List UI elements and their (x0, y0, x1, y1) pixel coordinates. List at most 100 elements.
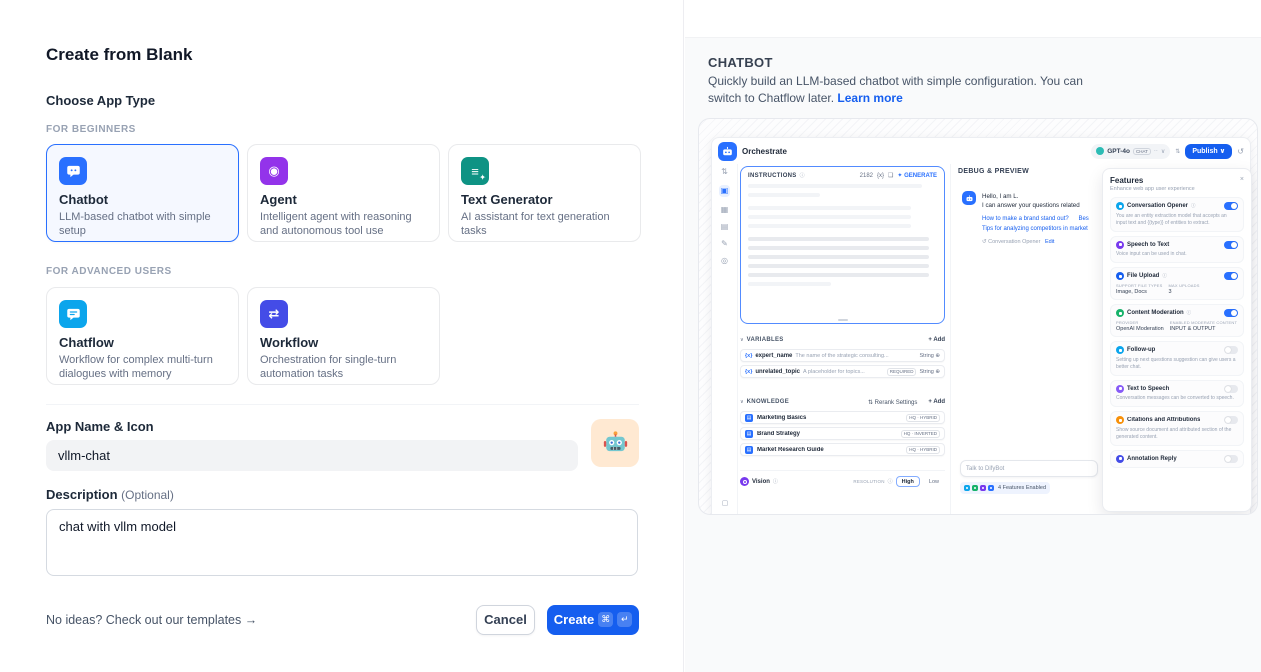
variable-row[interactable]: {x} unrelated_topic A placeholder for to… (740, 365, 945, 378)
orchestrate-window: Orchestrate GPT-4o CHAT ·· ∨ ⇅ Publish ∨… (711, 137, 1251, 515)
variables-icon[interactable]: {x} (877, 173, 884, 179)
learn-more-link[interactable]: Learn more (837, 91, 902, 105)
advanced-cards-row: Chatflow Workflow for complex multi-turn… (46, 287, 440, 385)
rail-doc-icon[interactable]: ▤ (721, 223, 729, 231)
feature-annotation-reply: Annotation Reply (1110, 450, 1244, 468)
app-type-card-text-generator[interactable]: ≡✦ Text Generator AI assistant for text … (448, 144, 641, 242)
app-type-card-chatflow[interactable]: Chatflow Workflow for complex multi-turn… (46, 287, 239, 385)
tune-icon[interactable]: ⇅ (1175, 148, 1180, 155)
retrieval-badge: HQ · HYBRID (906, 446, 940, 454)
folder-icon (1116, 272, 1124, 280)
page-title: Create from Blank (46, 45, 192, 65)
info-icon: ⓘ (888, 478, 893, 485)
rail-bottom-icon[interactable]: ▢ (712, 499, 738, 507)
app-name-label: App Name & Icon (46, 419, 154, 434)
app-icon-picker[interactable] (591, 419, 639, 467)
annotation-icon (1116, 455, 1124, 463)
vision-row: Vision ⓘ RESOLUTION ⓘ High Low (740, 470, 945, 487)
variable-type: String ⊕ (919, 353, 940, 359)
resolution-high-button[interactable]: High (896, 476, 920, 487)
cancel-button[interactable]: Cancel (476, 605, 535, 635)
command-key-icon: ⌘ (598, 612, 613, 627)
rail-image-icon[interactable]: ▦ (721, 206, 729, 214)
publish-button[interactable]: Publish ∨ (1185, 144, 1232, 159)
create-button[interactable]: Create ⌘ ↵ (547, 605, 639, 635)
app-name-input[interactable] (46, 440, 578, 471)
feature-toggle[interactable] (1224, 202, 1238, 210)
moderation-feature-icon (972, 485, 978, 491)
add-variable-button[interactable]: + Add (928, 337, 945, 343)
description-textarea[interactable]: chat with vllm model (46, 509, 638, 576)
suggestion-link[interactable]: Bes (1078, 216, 1088, 222)
create-app-panel: Create from Blank Choose App Type FOR BE… (0, 0, 684, 672)
knowledge-row[interactable]: ▤ Marketing Basics HQ · HYBRID (740, 411, 945, 424)
history-icon[interactable]: ↺ (1237, 147, 1244, 156)
collapse-icon[interactable]: ∨ (740, 337, 744, 343)
choose-app-type-label: Choose App Type (46, 93, 155, 108)
knowledge-section: ∨ KNOWLEDGE ⇅ Rerank Settings + Add ▤ Ma… (740, 396, 945, 456)
card-desc: LLM-based chatbot with simple setup (59, 210, 226, 239)
variables-section: ∨ VARIABLES + Add {x} expert_name The na… (740, 334, 945, 378)
close-icon[interactable]: × (1240, 176, 1244, 183)
app-type-card-chatbot[interactable]: Chatbot LLM-based chatbot with simple se… (46, 144, 239, 242)
enter-key-icon: ↵ (617, 612, 632, 627)
copy-icon[interactable]: ❏ (888, 172, 893, 179)
app-type-card-workflow[interactable]: ⇄ Workflow Orchestration for single-turn… (247, 287, 440, 385)
feature-toggle[interactable] (1224, 346, 1238, 354)
knowledge-row[interactable]: ▤ Brand Strategy HQ · INVERTED (740, 427, 945, 440)
templates-link[interactable]: No ideas? Check out our templates → (46, 613, 257, 627)
resolution-low-button[interactable]: Low (923, 476, 945, 487)
rail-note-icon[interactable]: ✎ (721, 240, 728, 248)
variable-icon: {x} (745, 369, 752, 375)
feature-speech-to-text: Speech to Text Voice input can be used i… (1110, 236, 1244, 264)
debug-preview-title: DEBUG & PREVIEW (958, 168, 1029, 175)
feature-toggle[interactable] (1224, 385, 1238, 393)
instructions-skeleton (748, 184, 937, 286)
add-knowledge-button[interactable]: + Add (928, 399, 945, 405)
rerank-settings-button[interactable]: ⇅ Rerank Settings (868, 399, 917, 406)
orchestrate-header: Orchestrate GPT-4o CHAT ·· ∨ ⇅ Publish ∨… (712, 138, 1250, 164)
dialog-footer: No ideas? Check out our templates → Canc… (46, 604, 639, 635)
preview-panel: CHATBOT Quickly build an LLM-based chatb… (685, 0, 1261, 672)
rail-globe-icon[interactable]: ◎ (721, 257, 728, 265)
description-label: Description (Optional) (46, 487, 174, 502)
card-desc: Orchestration for single-turn automation… (260, 353, 427, 382)
optional-label: (Optional) (121, 488, 174, 502)
feature-toggle[interactable] (1224, 416, 1238, 424)
instructions-panel[interactable]: INSTRUCTIONS ⓘ 2182 {x} ❏ ✦ GENERATE (740, 166, 945, 324)
left-rail: ⇅ ▣ ▦ ▤ ✎ ◎ (712, 164, 738, 515)
rail-orchestrate-icon[interactable]: ▣ (719, 185, 731, 197)
features-panel: Features × Enhance web app user experien… (1102, 168, 1252, 512)
app-type-card-agent[interactable]: ◉ Agent Intelligent agent with reasoning… (247, 144, 440, 242)
feature-toggle[interactable] (1224, 241, 1238, 249)
text-generator-icon: ≡✦ (461, 157, 489, 185)
feature-toggle[interactable] (1224, 272, 1238, 280)
edit-opener-link[interactable]: Edit (1045, 239, 1054, 245)
resize-handle[interactable] (838, 319, 848, 321)
generate-button[interactable]: ✦ GENERATE (897, 172, 937, 179)
chat-input[interactable]: Talk to DifyBot (960, 460, 1098, 477)
document-icon: ▤ (745, 446, 753, 454)
retrieval-badge: HQ · HYBRID (906, 414, 940, 422)
collapse-icon[interactable]: ∨ (740, 399, 744, 405)
feature-toggle[interactable] (1224, 455, 1238, 463)
model-settings-icons: ·· (1154, 148, 1158, 154)
speech-feature-icon (980, 485, 986, 491)
suggestion-link[interactable]: How to make a brand stand out? (982, 216, 1069, 222)
knowledge-row[interactable]: ▤ Market Research Guide HQ · HYBRID (740, 443, 945, 456)
rail-tune-icon[interactable]: ⇅ (721, 168, 728, 176)
sparkle-icon: ✦ (479, 173, 486, 182)
features-enabled-bar[interactable]: 4 Features Enabled (960, 482, 1050, 494)
feature-content-moderation: Content Moderation ⓘ PROVIDER OpenAI Mod… (1110, 304, 1244, 337)
bot-avatar (962, 191, 976, 205)
suggestion-link[interactable]: Tips for analyzing competitors in market (982, 226, 1088, 232)
card-desc: Intelligent agent with reasoning and aut… (260, 210, 427, 239)
model-selector[interactable]: GPT-4o CHAT ·· ∨ (1091, 144, 1170, 159)
feature-toggle[interactable] (1224, 309, 1238, 317)
section-divider (46, 404, 639, 405)
variable-row[interactable]: {x} expert_name The name of the strategi… (740, 349, 945, 362)
conversation-opener-icon (1116, 202, 1124, 210)
chevron-down-icon: ∨ (1220, 147, 1226, 155)
info-icon: ⓘ (1191, 203, 1196, 209)
info-icon: ⓘ (773, 478, 778, 485)
